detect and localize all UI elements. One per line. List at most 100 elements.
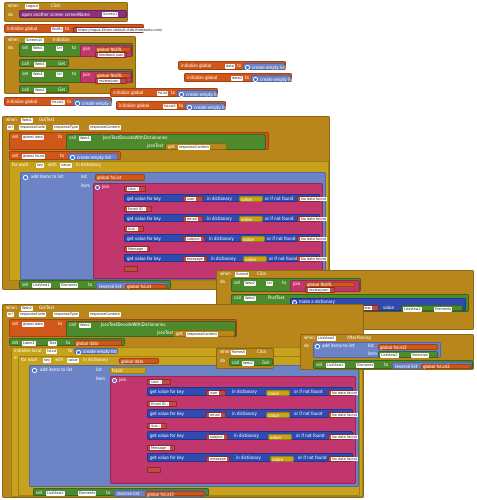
label1-chip[interactable]: Label1 xyxy=(22,340,36,346)
web1-gottext-event[interactable]: when Web1 GotText url responseCode respo… xyxy=(2,116,330,290)
gear-icon[interactable] xyxy=(112,378,117,383)
email-string[interactable]: Email ID : xyxy=(147,401,177,407)
web1-chip[interactable]: Web1 xyxy=(79,136,91,141)
key-message[interactable]: message xyxy=(183,256,207,262)
nodata-string[interactable]: No data found xyxy=(328,455,358,462)
create-empty-list[interactable]: create empty list xyxy=(251,75,294,82)
gear-icon[interactable] xyxy=(23,175,28,180)
responsecontent-chip[interactable]: responseContent xyxy=(178,145,210,150)
nodata-string[interactable]: No data found xyxy=(297,236,327,242)
get-value-subject[interactable]: get value for key subject in dictionary … xyxy=(124,234,327,242)
key-subject[interactable]: subject xyxy=(183,236,205,242)
create-empty-list[interactable]: create empty list xyxy=(74,348,118,355)
set-label1-text[interactable]: set Label1 Text to global data xyxy=(9,338,125,346)
global-fvlist2-init[interactable]: initialize global fvList2 to create empt… xyxy=(4,97,116,106)
value-var[interactable]: value xyxy=(60,163,72,168)
set-listview2-elements[interactable]: set ListView2 Elements to reverse list g… xyxy=(33,488,209,497)
create-empty-list[interactable]: create empty list xyxy=(177,90,220,97)
review-json-string[interactable]: review.json xyxy=(305,287,335,293)
key-subject[interactable]: subject xyxy=(206,433,228,440)
message-string[interactable]: Message : xyxy=(147,445,175,451)
get-value[interactable]: value xyxy=(243,256,267,262)
url-prop-chip[interactable]: Url xyxy=(56,46,63,51)
add-items-to-list-block[interactable]: add items to list list global fvList ite… xyxy=(20,172,327,280)
local-fvlist-var[interactable]: fvList xyxy=(46,349,58,354)
call-web1-get-2[interactable]: call Web1 Get xyxy=(19,85,69,93)
get-value-user[interactable]: get value for key user in dictionary val… xyxy=(124,194,327,202)
join-block[interactable]: join global fbURL review.json xyxy=(290,280,360,293)
gear-icon[interactable] xyxy=(95,185,100,190)
screen-name-string[interactable]: Screen1 xyxy=(102,12,119,17)
param-responsecode[interactable]: responseCode xyxy=(19,312,46,317)
web1-chip[interactable]: Web1 xyxy=(32,46,44,51)
get-global-fvlist3[interactable]: global fvList3 xyxy=(145,491,205,497)
call-web2-get[interactable]: call Web2 Get xyxy=(229,358,273,366)
set-web2-url-block[interactable]: set Web2 Url to join global fbURL review… xyxy=(231,278,361,293)
nodata-string[interactable]: No data found xyxy=(297,256,327,262)
web1-chip[interactable]: Web1 xyxy=(32,72,44,77)
web2-component[interactable]: Web2 xyxy=(21,306,33,311)
empty-string[interactable] xyxy=(147,467,161,473)
param-responsecontent[interactable]: responseContent xyxy=(89,125,121,130)
set-global-data-block[interactable]: set global data to call Web2 JsonTextDec… xyxy=(9,319,237,337)
global-data-init[interactable]: initialize global data to create empty l… xyxy=(178,61,286,70)
key-message[interactable]: message xyxy=(206,455,230,462)
get-value-user[interactable]: get value for key user in dictionary val… xyxy=(147,387,358,396)
web2-chip[interactable]: Web2 xyxy=(242,360,254,366)
global-name[interactable]: fbURL xyxy=(51,27,64,32)
call-web1-get[interactable]: call Web1 Get xyxy=(19,59,69,67)
listview2-selection[interactable]: ListView2 Selection xyxy=(378,351,438,358)
web1-chip[interactable]: Web1 xyxy=(34,87,46,93)
open-screen-block[interactable]: open another screen screenName Screen1 xyxy=(19,10,127,18)
join-block[interactable]: join User : get value for key user in di… xyxy=(93,183,327,279)
logout-click-event[interactable]: when Logout Click do open another screen… xyxy=(4,2,128,22)
key-user[interactable]: user xyxy=(206,389,226,396)
param-url[interactable]: url xyxy=(7,125,14,130)
get-value-message[interactable]: get value for key message in dictionary … xyxy=(124,254,327,262)
create-empty-list[interactable]: create empty list xyxy=(243,63,286,70)
global-fvlist-init[interactable]: initialize global fvList to create empty… xyxy=(110,88,220,97)
web2-chip[interactable]: Web2 xyxy=(244,296,256,301)
set-listview2-elements[interactable]: set ListView2 Elements to reverse list g… xyxy=(313,360,473,369)
web2-chip[interactable]: Web2 xyxy=(244,281,256,286)
url-prop-chip[interactable]: Url xyxy=(56,72,63,77)
get-value[interactable]: value xyxy=(268,433,292,440)
get-value-email[interactable]: get value for key email in dictionary va… xyxy=(147,409,358,418)
elements-prop-chip[interactable]: Elements xyxy=(60,283,79,288)
submit-component[interactable]: Submit xyxy=(235,272,250,277)
listview2-elements[interactable]: ListView2 Elements xyxy=(401,305,463,312)
get-global-fvlist2[interactable]: global fvList2 xyxy=(378,343,438,350)
global-data-chip[interactable]: global data xyxy=(22,135,44,140)
gear-icon[interactable] xyxy=(75,101,80,106)
sub-string[interactable]: Sub : xyxy=(124,226,144,232)
gear-icon[interactable] xyxy=(70,155,75,160)
global-name[interactable]: fvList2 xyxy=(51,100,65,105)
add-items-to-list-block[interactable]: add items to list list fvList item join … xyxy=(29,365,359,487)
user-string[interactable]: User : xyxy=(147,379,171,385)
gear-icon[interactable] xyxy=(245,65,250,70)
selection-prop-chip[interactable]: Selection xyxy=(411,353,430,358)
join-block[interactable]: join global fbURL feedback.json xyxy=(80,45,132,58)
get-global-fburl[interactable]: global fbURL xyxy=(95,46,131,52)
elements-prop-chip[interactable]: Elements xyxy=(434,306,453,312)
nodata-string[interactable]: No data found xyxy=(297,196,327,202)
get-value[interactable]: value xyxy=(239,196,263,202)
message-string[interactable]: Message : xyxy=(124,246,150,252)
foreach-dictionary-loop[interactable]: for each key with value in dictionary ad… xyxy=(9,161,329,281)
logout-component[interactable]: Logout xyxy=(25,4,39,9)
screen10-initialize-event[interactable]: when Screen10 Initialize do set Web1 Url… xyxy=(4,36,136,94)
call-web1-decode[interactable]: call Web1 JsonTextDecodeWithDictionaries… xyxy=(66,134,266,150)
create-empty-list[interactable]: create empty list xyxy=(73,99,116,106)
gear-icon[interactable] xyxy=(187,105,192,110)
key-email[interactable]: email xyxy=(183,216,203,222)
empty-string[interactable] xyxy=(124,266,138,272)
get-global-data[interactable]: global data xyxy=(119,357,159,364)
get-responsecontent[interactable]: get responseContent xyxy=(165,143,227,150)
param-url[interactable]: url xyxy=(7,312,14,317)
sub-string[interactable]: Sub : xyxy=(147,423,167,429)
get-value[interactable]: value xyxy=(266,411,290,418)
value-var[interactable]: value xyxy=(67,358,79,363)
reverse-list[interactable]: reverse list global fvList2 xyxy=(392,362,472,369)
create-empty-list[interactable]: create empty list xyxy=(68,153,118,160)
add-items-to-list-block[interactable]: add items to list list global fvList2 it… xyxy=(313,342,441,358)
